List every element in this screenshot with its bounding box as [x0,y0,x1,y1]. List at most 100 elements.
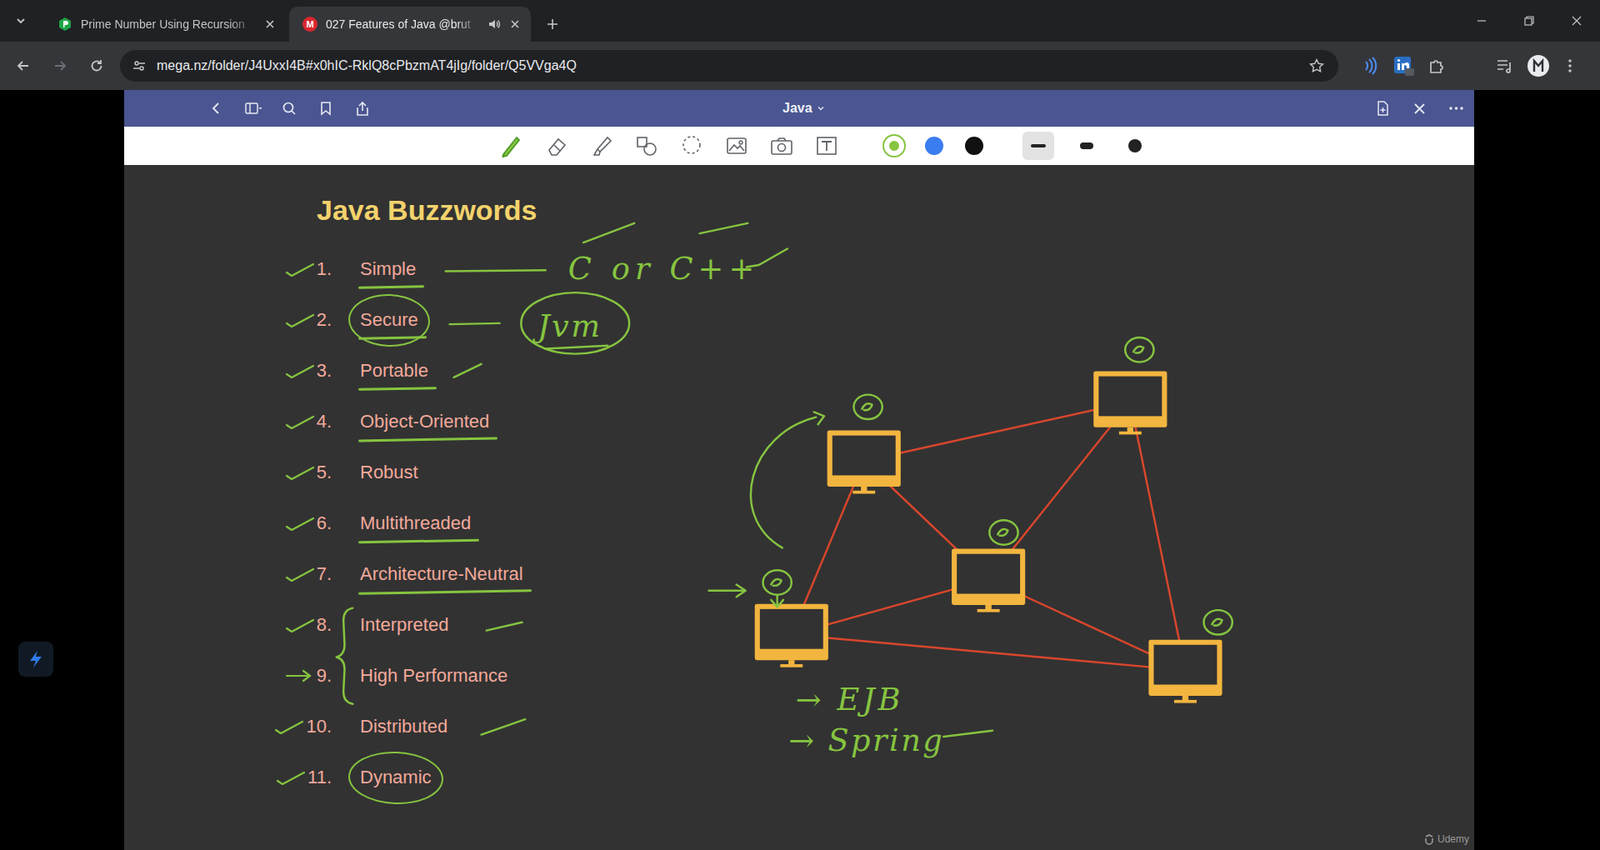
item-number: 11. [307,766,332,788]
handwritten-note: Jvm [531,308,603,345]
stroke-width-button[interactable] [1070,131,1103,160]
buzzword-row: 11. Dynamic [290,751,1475,803]
plus-icon [545,17,560,31]
reload-icon [88,57,105,75]
close-tab-icon[interactable] [509,18,521,30]
bookmark-icon [317,100,336,117]
color-swatch[interactable] [922,134,946,158]
stroke-width-button[interactable] [1119,131,1151,160]
add-page-icon [1374,100,1393,117]
lasso-tool-button[interactable] [677,131,706,160]
linkedin-extension-icon[interactable] [1391,54,1415,78]
handwritten-note: C or C++ [568,250,760,287]
slide-title: Java Buzzwords [316,193,1475,227]
buzzword-row: 9.High Performance [290,650,1475,701]
url-text[interactable]: mega.nz/folder/J4UxxI4B#x0hIC-RklQ8cPbzm… [156,55,1299,76]
back-icon [15,57,32,75]
address-bar[interactable]: mega.nz/folder/J4UxxI4B#x0hIC-RklQ8cPbzm… [120,50,1339,82]
check-mark-icon [285,310,315,330]
close-window-button[interactable] [1552,0,1600,42]
check-mark-icon [285,565,315,584]
underline-mark [358,436,498,441]
item-number: 9. [316,665,332,686]
udemy-logo-icon [1423,833,1435,845]
item-label: Architecture-Neutral [360,563,524,585]
back-button[interactable] [8,50,39,81]
search-button[interactable] [279,97,301,120]
close-button[interactable] [1409,97,1431,120]
read-aloud-icon[interactable] [1358,55,1380,77]
close-window-icon [1570,14,1584,28]
browser-menu-icon[interactable] [1561,57,1579,75]
pen-icon [499,133,525,159]
item-number: 6. [316,512,332,534]
item-label: Interpreted [360,614,449,635]
lasso-icon [679,133,705,159]
add-page-button[interactable] [1372,97,1395,120]
tab-title: Prime Number Using Recursion [80,15,256,34]
back-button[interactable] [205,97,228,120]
item-label: Secure [360,309,419,330]
browser-tab[interactable]: Prime Number Using Recursion [44,6,286,42]
monitor-icon [827,430,901,495]
buzzword-row: 1.Simple [290,243,1475,295]
item-number: 4. [316,410,332,432]
media-controls-icon[interactable] [1495,55,1515,76]
forward-button[interactable] [45,50,75,81]
reload-button[interactable] [81,50,112,81]
shapes-tool-button[interactable] [632,131,661,160]
mega-favicon-icon: M [302,16,318,32]
highlighter-tool-button[interactable] [587,131,616,160]
color-swatch[interactable] [962,134,986,158]
more-icon [1447,100,1466,117]
tab-title: 027 Features of Java @brut [325,15,480,34]
eraser-tool-button[interactable] [542,131,571,160]
pen-tool-button[interactable] [497,131,526,160]
watermark-text: Udemy [1437,831,1470,847]
check-mark-icon [285,260,315,279]
buzzword-row: 6. Multithreaded [290,497,1475,549]
profile-avatar-icon[interactable] [1526,54,1550,78]
browser-tab[interactable]: M 027 Features of Java @brut [289,6,531,42]
color-swatch[interactable] [882,134,906,158]
bookmark-star-icon[interactable] [1308,57,1325,75]
check-mark-icon [285,412,315,431]
underline-mark [358,285,425,289]
item-label: Multithreaded [360,512,471,534]
more-button[interactable] [1445,97,1468,120]
new-tab-button[interactable] [535,6,570,42]
speaker-icon[interactable] [487,17,501,31]
image-tool-button[interactable] [722,131,751,160]
handwritten-note: → EJB [795,681,904,718]
color-dot [965,136,984,155]
item-label: Dynamic [360,766,432,788]
forward-icon [51,57,69,75]
stroke-width-sample [1128,139,1142,153]
tab-search-button[interactable] [0,0,41,42]
check-mark-icon [285,615,315,635]
minimize-button[interactable] [1457,0,1505,42]
item-number: 2. [316,309,332,330]
chevron-down-icon [15,15,27,27]
sidebar-button[interactable] [242,97,265,120]
bookmark-button[interactable] [315,97,338,120]
stroke-width-button[interactable] [1022,131,1055,160]
stroke-width-sample [1030,144,1046,148]
floating-extension-button[interactable] [18,641,54,677]
notes-app: JavaJava Buzzwords1.Simple2.Secure3.Port… [124,90,1475,850]
favicon-letter: M [305,17,314,32]
lightning-icon [25,648,47,670]
drawing-toolbar [124,126,1475,165]
share-button[interactable] [352,97,375,120]
site-info-icon[interactable] [131,58,147,74]
restore-button[interactable] [1505,0,1553,42]
extensions-puzzle-icon[interactable] [1426,55,1447,76]
note-canvas[interactable]: Java Buzzwords1.Simple2.Secure3.Portable… [124,165,1475,850]
text-tool-button[interactable] [812,131,841,160]
camera-tool-button[interactable] [767,131,796,160]
notebook-title[interactable]: Java [782,98,813,119]
close-tab-icon[interactable] [264,18,276,30]
check-mark-icon [285,361,315,380]
minimize-icon [1475,14,1489,28]
notebook-title-button[interactable]: Java [782,90,825,127]
